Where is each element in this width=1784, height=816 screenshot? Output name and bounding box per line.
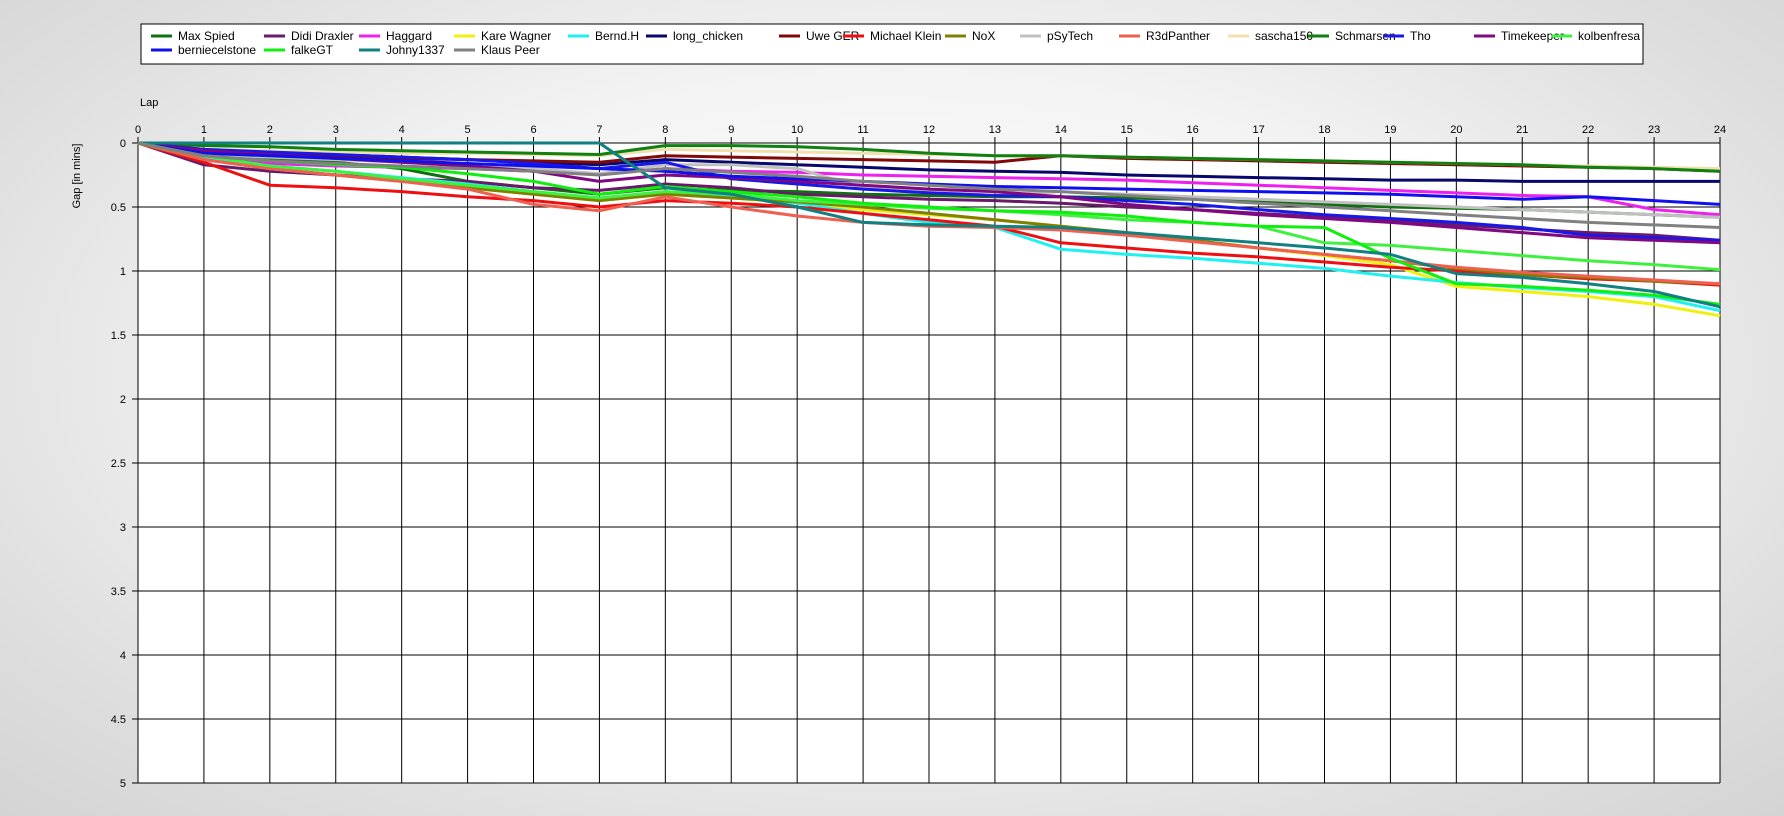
y-tick-label: 4	[120, 650, 126, 662]
y-tick-label: 2.5	[111, 458, 126, 470]
legend-label: Johny1337	[386, 43, 445, 57]
legend-label: kolbenfresa	[1578, 29, 1640, 43]
x-tick-label: 20	[1450, 124, 1462, 136]
legend-label: NoX	[972, 29, 995, 43]
legend-label: pSyTech	[1047, 29, 1093, 43]
x-tick-label: 24	[1714, 124, 1726, 136]
x-tick-label: 6	[530, 124, 536, 136]
x-tick-label: 1	[201, 124, 207, 136]
x-tick-label: 17	[1252, 124, 1264, 136]
y-tick-label: 4.5	[111, 714, 126, 726]
x-axis-title: Lap	[140, 97, 158, 109]
x-tick-label: 5	[465, 124, 471, 136]
x-tick-label: 8	[662, 124, 668, 136]
x-tick-label: 16	[1187, 124, 1199, 136]
legend-label: sascha150	[1255, 29, 1313, 43]
x-tick-label: 11	[857, 124, 868, 136]
x-tick-label: 9	[728, 124, 734, 136]
x-tick-label: 2	[267, 124, 273, 136]
y-tick-label: 3.5	[111, 586, 126, 598]
legend-label: Bernd.H	[595, 29, 639, 43]
x-tick-label: 21	[1516, 124, 1528, 136]
y-tick-label: 1	[120, 266, 126, 278]
legend-label: Tho	[1410, 29, 1431, 43]
x-tick-label: 22	[1582, 124, 1594, 136]
legend-label: Kare Wagner	[481, 29, 551, 43]
y-tick-label: 3	[120, 522, 126, 534]
legend-label: Klaus Peer	[481, 43, 540, 57]
legend-label: falkeGT	[291, 43, 334, 57]
legend-label: Max Spied	[178, 29, 235, 43]
y-tick-label: 1.5	[111, 330, 126, 342]
y-axis-title: Gap [in mins]	[71, 144, 83, 209]
legend: Max Spied Didi Draxler Haggard Kare Wagner B…	[140, 23, 1644, 65]
y-tick-label: 2	[120, 394, 126, 406]
y-tick-label: 0	[120, 138, 126, 150]
y-tick-labels: 0 0.5 1 1.5 2 2.5 3 3.5 4 4.5 5	[111, 138, 126, 790]
x-tick-label: 19	[1384, 124, 1396, 136]
gap-chart: Max Spied Didi Draxler Haggard Kare Wagner B…	[71, 23, 1726, 790]
x-tick-label: 10	[791, 124, 803, 136]
x-tick-label: 7	[596, 124, 602, 136]
x-tick-label: 3	[333, 124, 339, 136]
x-tick-label: 14	[1055, 124, 1067, 136]
legend-label: R3dPanther	[1146, 29, 1210, 43]
x-tick-label: 13	[989, 124, 1001, 136]
legend-label: Michael Klein	[870, 29, 941, 43]
legend-label: Didi Draxler	[291, 29, 354, 43]
legend-label: berniecelstone	[178, 43, 256, 57]
legend-label: long_chicken	[673, 29, 743, 43]
legend-label: Haggard	[386, 29, 432, 43]
x-tick-labels: 0 1 2 3 4 5 6 7 8 9 10 11 12 13 14 15 16 17 18 19 20 21 22 23 24	[135, 124, 1726, 136]
x-tick-label: 12	[923, 124, 935, 136]
y-tick-label: 0.5	[111, 202, 126, 214]
y-tick-label: 5	[120, 778, 126, 790]
x-tick-label: 23	[1648, 124, 1660, 136]
x-tick-label: 15	[1121, 124, 1133, 136]
x-tick-label: 0	[135, 124, 141, 136]
x-tick-label: 4	[399, 124, 405, 136]
x-tick-label: 18	[1318, 124, 1330, 136]
